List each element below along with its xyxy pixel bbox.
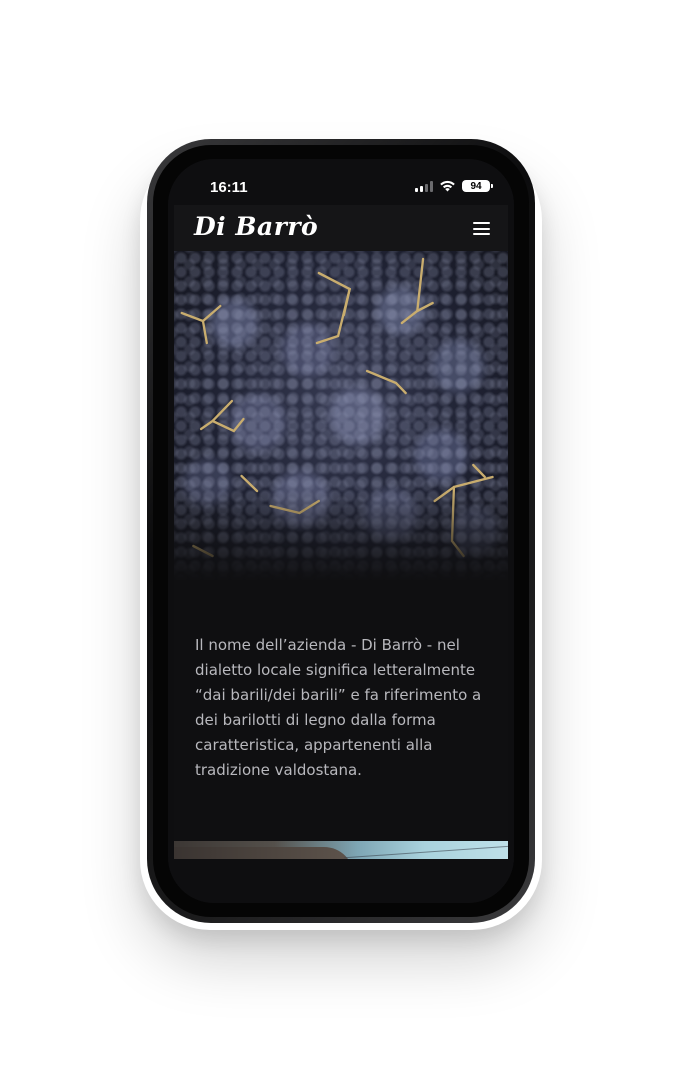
- cellular-signal-icon: [415, 180, 433, 192]
- status-icons: 94: [415, 180, 493, 192]
- hero-fade-overlay: [174, 491, 508, 581]
- screen-bottom-bar: [168, 859, 514, 903]
- hamburger-menu-icon[interactable]: [473, 222, 490, 235]
- intro-paragraph: Il nome dell’azienda - Di Barrò - nel di…: [195, 636, 482, 779]
- site-header: Di Barrò: [174, 205, 508, 251]
- hero-image-grapes: [174, 251, 508, 581]
- wifi-icon: [440, 180, 455, 192]
- main-content: Il nome dell’azienda - Di Barrò - nel di…: [174, 251, 508, 841]
- battery-icon: 94: [462, 180, 493, 192]
- landscape-wire: [344, 844, 508, 859]
- status-time: 16:11: [210, 179, 248, 196]
- phone-frame: 16:11 94 Di Barrò Il nome dell’azienda -…: [147, 139, 535, 923]
- battery-level: 94: [470, 180, 482, 192]
- phone-bezel: 16:11 94 Di Barrò Il nome dell’azienda -…: [153, 145, 529, 917]
- phone-screen: 16:11 94 Di Barrò Il nome dell’azienda -…: [168, 159, 514, 903]
- site-logo[interactable]: Di Barrò: [194, 212, 318, 241]
